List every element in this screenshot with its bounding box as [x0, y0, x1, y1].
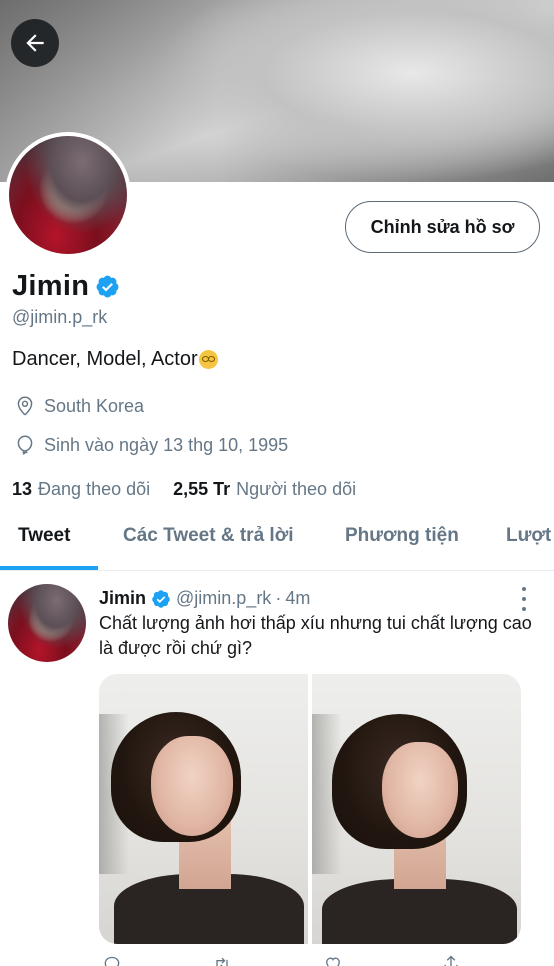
location-text: South Korea	[44, 395, 145, 416]
profile-bio: Dancer, Model, Actor	[12, 348, 218, 371]
tab-tweets-replies[interactable]: Các Tweet & trả lời	[123, 525, 293, 547]
profile-birthday: Sinh vào ngày 13 thg 10, 1995	[14, 434, 288, 456]
tweet-media-grid	[99, 674, 521, 944]
tweet-author-name[interactable]: Jimin	[99, 588, 146, 609]
reply-icon	[104, 956, 120, 966]
following-count: 13	[12, 479, 33, 499]
tweet-header: Jimin @jimin.p_rk · 4m	[99, 588, 310, 609]
tweet-author-handle[interactable]: @jimin.p_rk	[176, 588, 271, 609]
verified-badge-icon	[152, 589, 170, 608]
tweet-timestamp[interactable]: 4m	[285, 588, 310, 609]
arrow-left-icon	[26, 34, 44, 52]
profile-screen: Chỉnh sửa hồ sơ Jimin @jimin.p_rk Dancer…	[0, 0, 554, 966]
active-tab-indicator	[0, 566, 98, 570]
balloon-icon	[17, 435, 33, 455]
birthday-text: Sinh vào ngày 13 thg 10, 1995	[44, 434, 289, 455]
display-name: Jimin	[12, 270, 90, 302]
tweet-photo-1[interactable]	[99, 674, 308, 944]
followers-link[interactable]: 2,55 Tr Người theo dõi	[173, 479, 356, 500]
profile-location: South Korea	[14, 395, 144, 417]
tweet-text: Chất lượng ảnh hơi thấp xíu nhưng tui ch…	[99, 613, 532, 658]
reply-button[interactable]	[101, 954, 123, 966]
edit-profile-button[interactable]: Chỉnh sửa hồ sơ	[345, 201, 540, 253]
tweet-separator: ·	[275, 588, 282, 608]
tweet-photo-2[interactable]	[312, 674, 521, 944]
heart-icon	[326, 957, 340, 966]
back-button[interactable]	[11, 19, 59, 67]
followers-count: 2,55 Tr	[173, 479, 231, 499]
retweet-button[interactable]	[209, 954, 235, 966]
profile-handle: @jimin.p_rk	[12, 307, 108, 327]
verified-badge-icon	[96, 275, 119, 298]
profile-avatar-frame	[5, 132, 131, 258]
share-button[interactable]	[441, 954, 461, 966]
tab-tweets[interactable]: Tweet	[18, 525, 70, 547]
more-vertical-icon[interactable]	[517, 587, 531, 611]
display-name-row: Jimin	[12, 270, 120, 303]
tab-likes[interactable]: Lượt thích	[506, 525, 554, 547]
follow-stats: 13 Đang theo dõi 2,55 Tr Người theo dõi	[12, 479, 356, 500]
followers-label: Người theo dõi	[236, 479, 357, 499]
profile-tabs: Tweet Các Tweet & trả lời Phương tiện Lư…	[0, 512, 554, 571]
tab-media[interactable]: Phương tiện	[345, 525, 459, 547]
flushed-face-emoji-icon	[198, 350, 218, 369]
following-link[interactable]: 13 Đang theo dõi	[12, 479, 150, 500]
location-pin-icon	[17, 396, 33, 416]
share-icon	[444, 955, 458, 966]
tweet-actions	[99, 954, 539, 966]
following-label: Đang theo dõi	[38, 479, 151, 499]
like-button[interactable]	[321, 954, 345, 966]
tweet-item[interactable]: Jimin @jimin.p_rk · 4m Chất lượng ảnh hơ…	[0, 571, 554, 966]
retweet-icon	[216, 957, 228, 966]
profile-avatar[interactable]	[9, 136, 127, 254]
tweet-author-avatar[interactable]	[8, 584, 86, 662]
bio-text: Dancer, Model, Actor	[12, 348, 198, 370]
